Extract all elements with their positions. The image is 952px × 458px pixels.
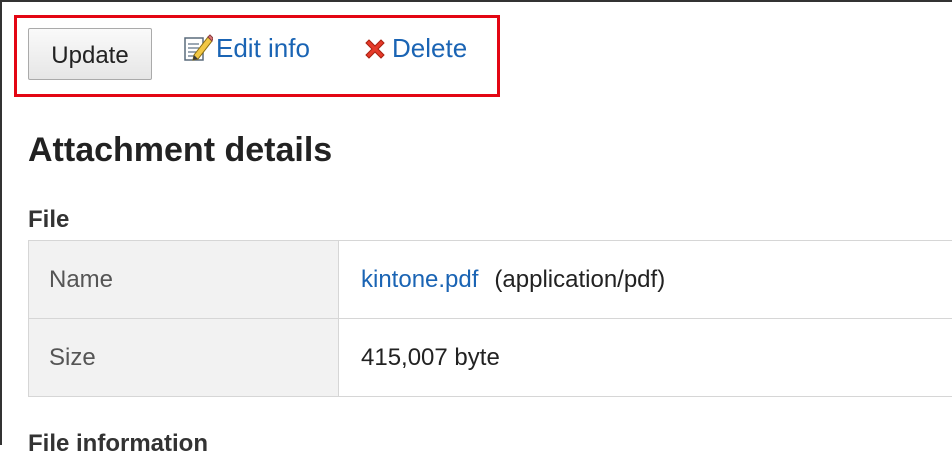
- delete-icon: [362, 36, 388, 62]
- edit-info-label: Edit info: [216, 33, 310, 64]
- page-title: Attachment details: [28, 131, 332, 170]
- file-information-section-title: File information: [28, 430, 208, 458]
- name-value: kintone.pdf (application/pdf): [339, 241, 952, 319]
- table-row: Size 415,007 byte: [29, 319, 952, 397]
- file-name-link[interactable]: kintone.pdf: [361, 266, 478, 293]
- size-value: 415,007 byte: [339, 319, 952, 397]
- table-row: Name kintone.pdf (application/pdf): [29, 241, 952, 319]
- delete-link[interactable]: Delete: [362, 33, 467, 64]
- update-button[interactable]: Update: [28, 28, 152, 80]
- edit-icon: [183, 34, 213, 62]
- delete-label: Delete: [392, 33, 467, 64]
- size-label: Size: [29, 319, 339, 397]
- mime-type: (application/pdf): [494, 266, 665, 293]
- edit-info-link[interactable]: Edit info: [183, 33, 310, 64]
- name-label: Name: [29, 241, 339, 319]
- file-section-title: File: [28, 206, 69, 234]
- file-details-table: Name kintone.pdf (application/pdf) Size 4…: [28, 240, 952, 397]
